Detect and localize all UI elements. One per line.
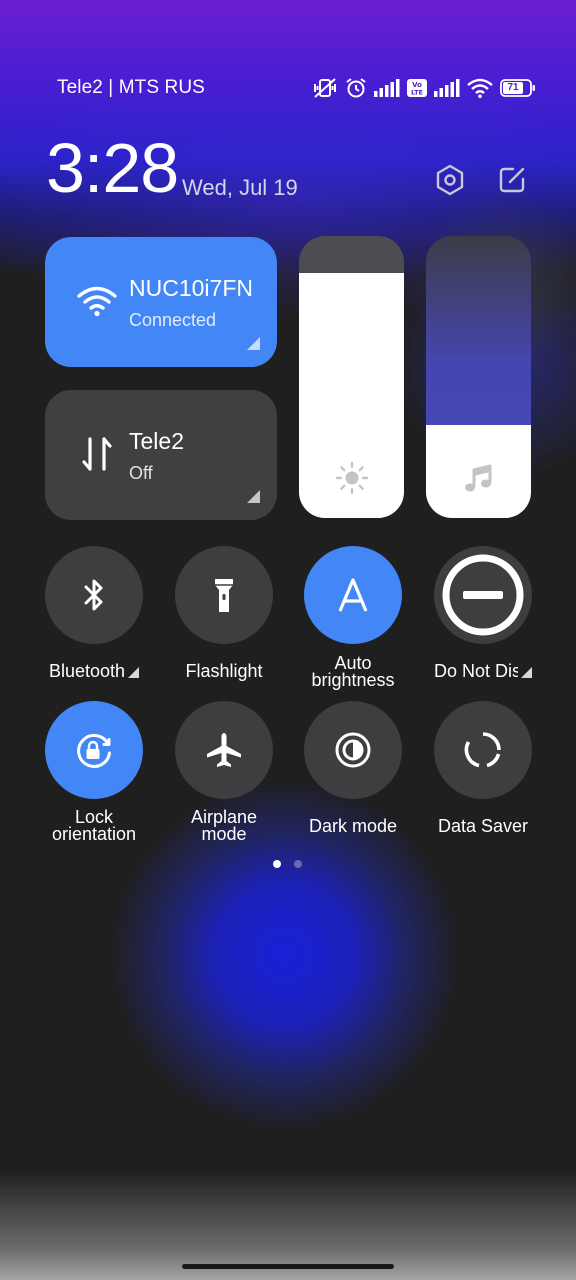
bluetooth-label: Bluetooth — [29, 662, 159, 680]
svg-text:LTE: LTE — [411, 89, 423, 97]
data-saver-toggle[interactable] — [434, 701, 532, 799]
lock-orientation-toggle[interactable] — [45, 701, 143, 799]
airplane-icon — [207, 733, 241, 767]
page-dot[interactable] — [294, 860, 302, 868]
gear-hex-icon — [436, 164, 464, 196]
mobile-data-status: Off — [129, 463, 153, 483]
auto-brightness-icon — [338, 578, 368, 612]
clock-time: 3:28 — [46, 129, 179, 207]
data-saver-icon — [464, 732, 501, 768]
status-icons: Vo LTE 71 — [312, 74, 536, 102]
alarm-icon — [345, 77, 367, 99]
dark-mode-icon — [335, 732, 371, 768]
brightness-slider[interactable] — [299, 236, 404, 518]
volte-icon: Vo LTE — [407, 79, 427, 97]
data-arrows-icon — [75, 432, 119, 476]
edit-button[interactable] — [494, 162, 530, 198]
dark-mode-label: Dark mode — [308, 816, 398, 836]
signal-icon — [374, 79, 400, 97]
expand-corner-icon[interactable] — [247, 337, 260, 350]
rotation-lock-icon — [77, 733, 111, 768]
do-not-disturb-toggle[interactable] — [434, 546, 532, 644]
wifi-status: Connected — [129, 310, 217, 330]
page-dot-active[interactable] — [273, 860, 281, 868]
volume-slider[interactable] — [426, 236, 531, 518]
do-not-disturb-label: Do Not Disturb — [418, 663, 548, 680]
battery-icon: 71 — [500, 79, 536, 97]
wifi-icon — [467, 78, 493, 98]
wifi-tile[interactable]: NUC10i7FN Connected — [45, 237, 277, 367]
battery-level: 71 — [507, 82, 519, 93]
mute-vibrate-icon — [312, 77, 338, 99]
expand-corner-icon[interactable] — [247, 490, 260, 503]
flashlight-toggle[interactable] — [175, 546, 273, 644]
page-indicator — [273, 860, 302, 868]
music-note-icon — [426, 462, 531, 496]
wifi-icon — [75, 279, 119, 323]
carrier-name: Tele2 | MTS RUS — [57, 77, 205, 98]
do-not-disturb-icon — [442, 554, 524, 636]
signal-icon — [434, 79, 460, 97]
home-indicator[interactable] — [182, 1264, 394, 1269]
edit-icon — [499, 167, 525, 193]
lock-orientation-label: Lock orientation — [51, 807, 137, 844]
flashlight-label: Flashlight — [185, 661, 263, 681]
wifi-network-name: NUC10i7FN — [129, 275, 253, 301]
expand-arrow-icon — [128, 667, 140, 678]
bluetooth-toggle[interactable] — [45, 546, 143, 644]
auto-brightness-label: Auto brightness — [311, 653, 395, 690]
settings-button[interactable] — [432, 162, 468, 198]
bluetooth-icon — [84, 579, 103, 611]
airplane-mode-toggle[interactable] — [175, 701, 273, 799]
sun-icon — [299, 460, 404, 496]
dark-mode-toggle[interactable] — [304, 701, 402, 799]
auto-brightness-toggle[interactable] — [304, 546, 402, 644]
airplane-mode-label: Airplane mode — [190, 807, 258, 844]
mobile-data-tile[interactable]: Tele2 Off — [45, 390, 277, 520]
data-saver-label: Data Saver — [437, 816, 529, 836]
flashlight-icon — [215, 579, 233, 612]
clock-date: Wed, Jul 19 — [182, 175, 298, 200]
mobile-carrier-name: Tele2 — [129, 428, 184, 454]
expand-arrow-icon — [521, 667, 532, 678]
